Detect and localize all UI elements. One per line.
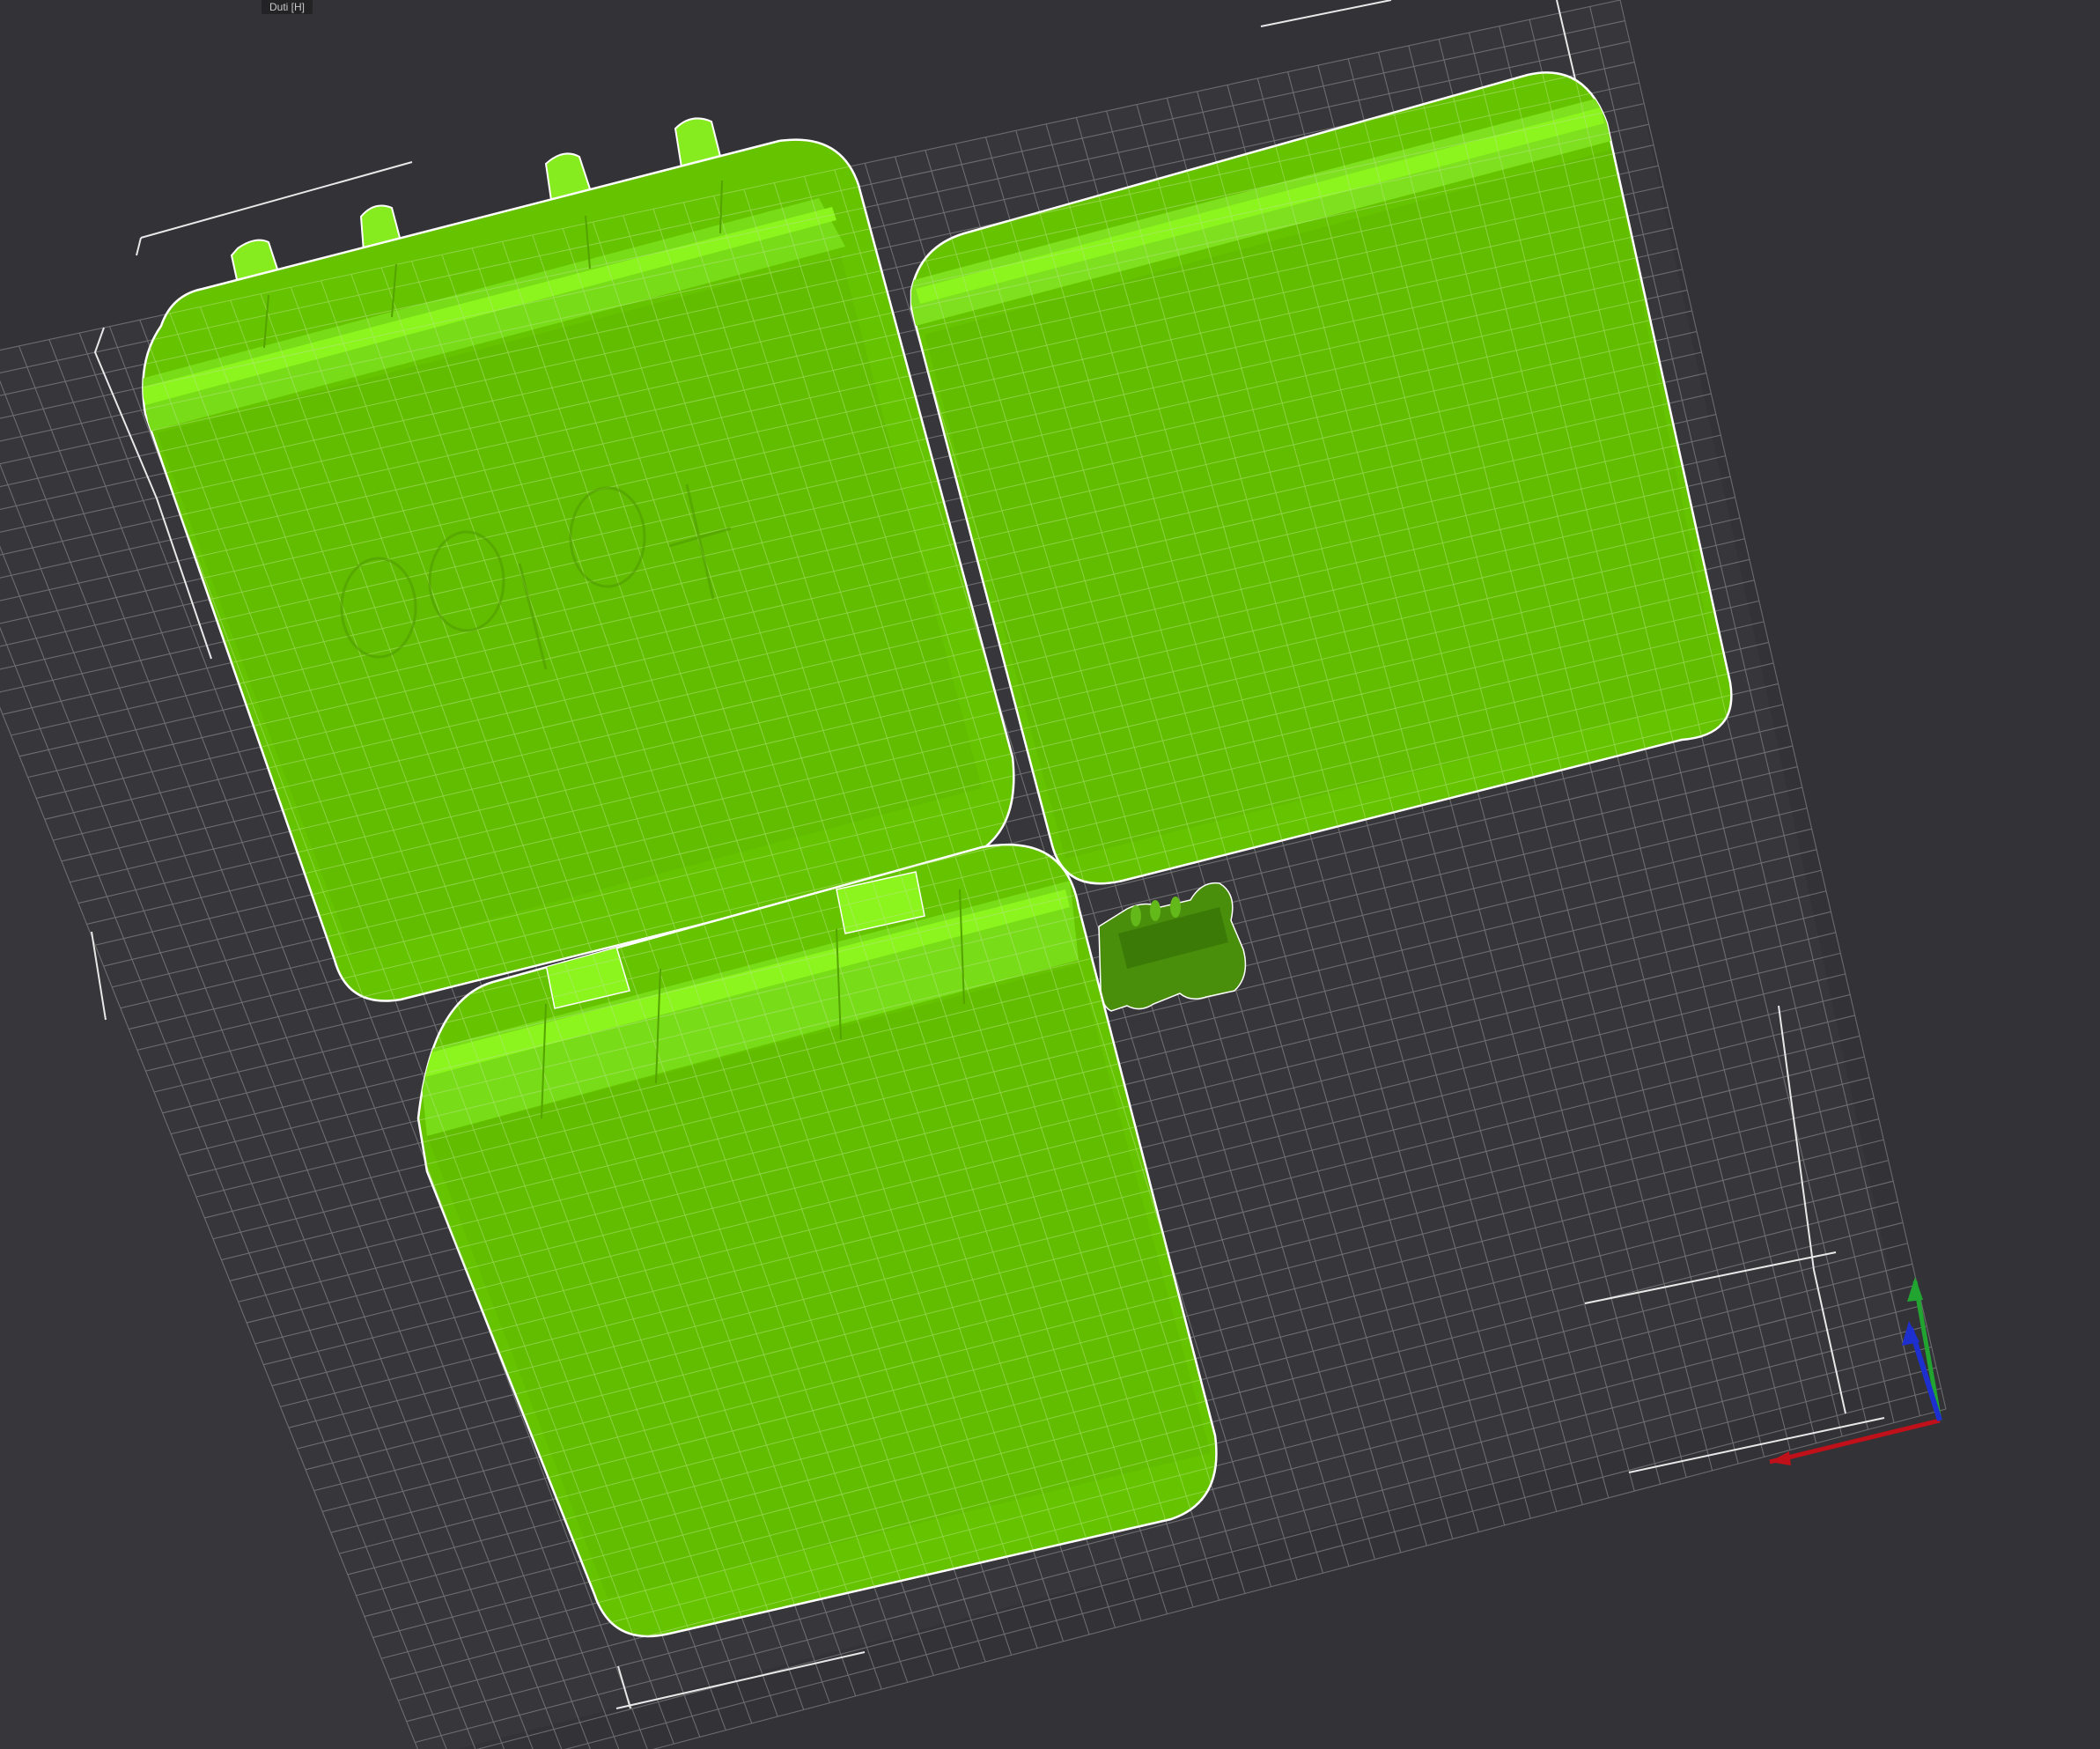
tooltip: Duti [H] <box>262 0 313 14</box>
scene-canvas[interactable] <box>0 0 2100 1749</box>
3d-viewport[interactable]: Duti [H] <box>0 0 2100 1749</box>
